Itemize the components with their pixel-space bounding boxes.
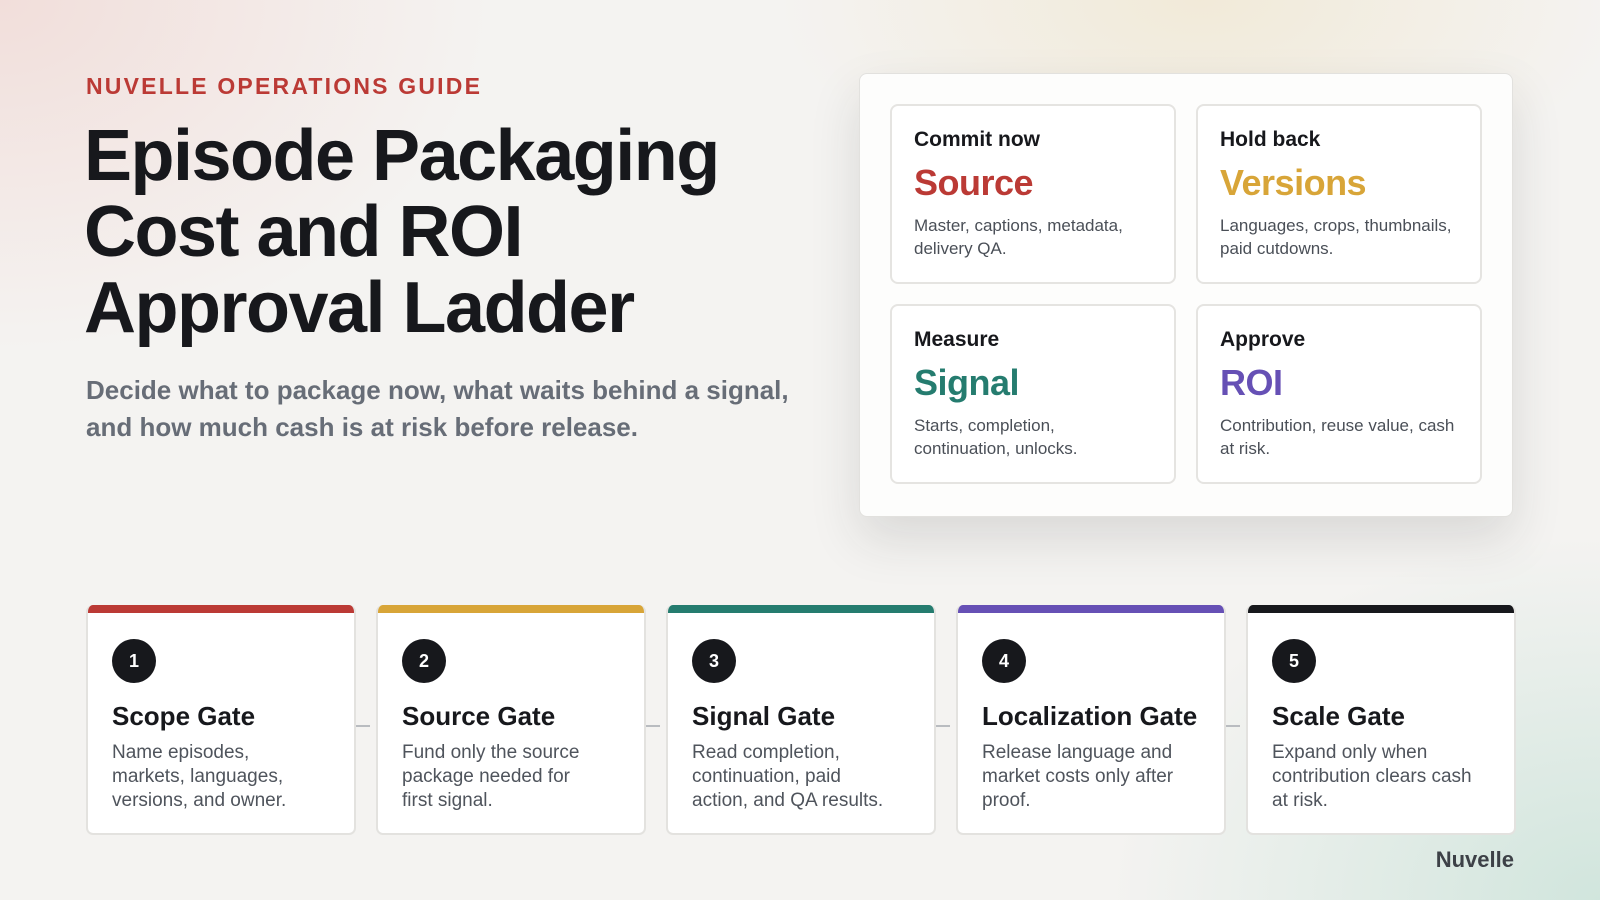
step-number-badge: 5 [1272,639,1316,683]
quadrant-description: Master, captions, metadata, delivery QA. [914,216,1123,258]
quadrant-card-measure: Measure Signal Starts, completion, conti… [890,304,1176,484]
quadrant-card-approve: Approve ROI Contribution, reuse value, c… [1196,304,1482,484]
step-description: Fund only the source package needed for … [402,742,580,811]
title-line-3: Approval Ladder [84,268,635,348]
step-card-scope-gate: 1 Scope Gate Name episodes, markets, lan… [86,605,356,835]
step-card-source-gate: 2 Source Gate Fund only the source packa… [376,605,646,835]
step-number-badge: 3 [692,639,736,683]
brand-wordmark: Nuvelle [1435,847,1514,872]
step-description: Read completion, continuation, paid acti… [692,742,884,811]
step-title: Source Gate [402,701,556,731]
quadrant-keyword: Versions [1220,162,1367,203]
page-subtitle: Decide what to package now, what waits b… [86,375,789,442]
quadrant-description: Starts, completion, continuation, unlock… [914,416,1078,458]
quadrant-description: Languages, crops, thumbnails, paid cutdo… [1220,216,1452,258]
step-accent-bar [958,605,1224,613]
step-description: Release language and market costs only a… [982,742,1174,811]
quadrant-kicker: Approve [1220,328,1306,351]
step-title: Scope Gate [112,701,256,731]
step-number-badge: 1 [112,639,156,683]
quadrant-kicker: Measure [914,328,1000,351]
step-title: Localization Gate [982,701,1198,731]
step-accent-bar [1248,605,1514,613]
step-card-scale-gate: 5 Scale Gate Expand only when contributi… [1246,605,1516,835]
guide-eyebrow: NUVELLE OPERATIONS GUIDE [86,73,483,99]
title-line-1: Episode Packaging [84,116,720,196]
quadrant-kicker: Hold back [1220,128,1321,151]
step-accent-bar [378,605,644,613]
step-title: Scale Gate [1272,701,1405,731]
quadrant-keyword: Source [914,162,1034,203]
step-number-badge: 4 [982,639,1026,683]
step-number-badge: 2 [402,639,446,683]
step-description: Expand only when contribution clears cas… [1272,742,1472,811]
title-line-2: Cost and ROI [84,192,524,272]
quadrant-kicker: Commit now [914,128,1040,151]
quadrant-description: Contribution, reuse value, cash at risk. [1220,416,1455,458]
step-card-localization-gate: 4 Localization Gate Release language and… [956,605,1226,835]
quadrant-card-commit-now: Commit now Source Master, captions, meta… [890,104,1176,284]
quadrant-card-hold-back: Hold back Versions Languages, crops, thu… [1196,104,1482,284]
step-description: Name episodes, markets, languages, versi… [112,742,287,811]
step-accent-bar [88,605,354,613]
quadrant-keyword: ROI [1220,362,1283,403]
decision-quadrant-panel: Commit now Source Master, captions, meta… [859,73,1513,517]
step-accent-bar [668,605,934,613]
page-title: Episode Packaging Cost and ROI Approval … [84,118,804,346]
step-title: Signal Gate [692,701,836,731]
step-card-signal-gate: 3 Signal Gate Read completion, continuat… [666,605,936,835]
quadrant-keyword: Signal [914,362,1020,403]
